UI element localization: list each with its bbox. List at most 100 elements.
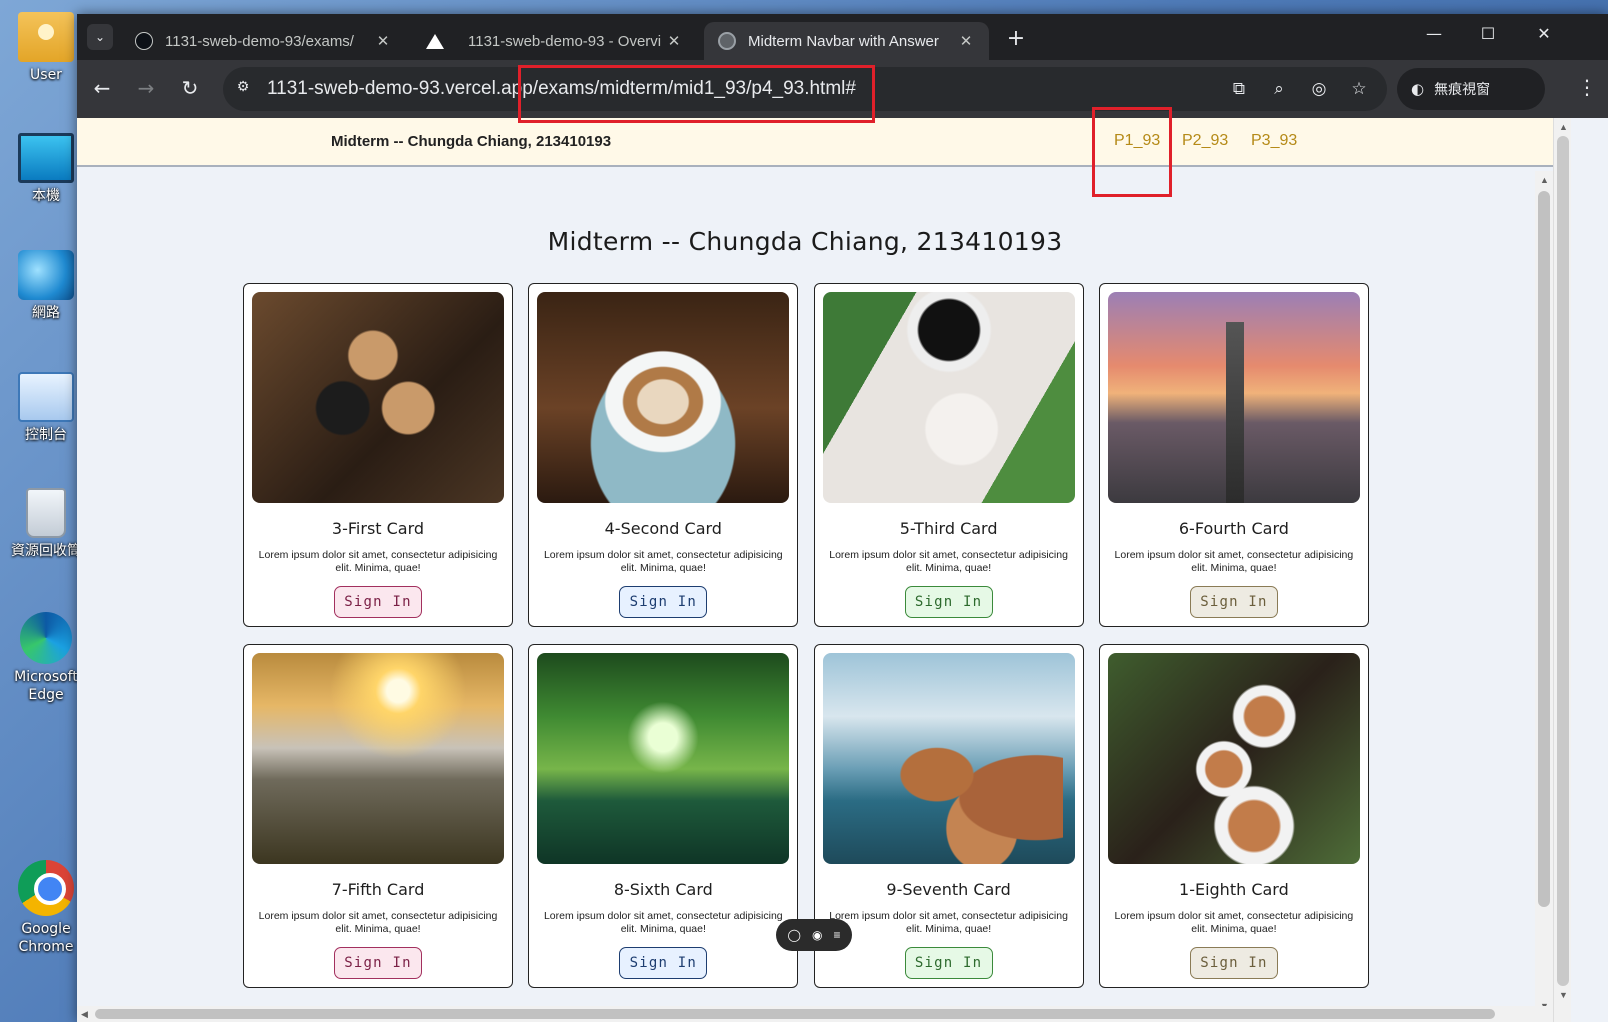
sign-in-button[interactable]: Sign In [334,586,422,618]
maximize-button[interactable]: ☐ [1465,24,1511,43]
reload-icon: ↻ [181,76,199,100]
card-text: Lorem ipsum dolor sit amet, consectetur … [258,910,498,936]
tab-strip: ⌄ 1131-sweb-demo-93/exams/ ✕ 1131-sweb-d… [77,14,1608,60]
zoom-icon[interactable]: ⌕ [1267,79,1291,99]
sign-in-button[interactable]: Sign In [334,947,422,979]
sign-in-button[interactable]: Sign In [1189,586,1278,618]
desktop-icon-label: 控制台 [25,427,67,443]
card-grid: 3-First Card Lorem ipsum dolor sit amet,… [243,283,1369,988]
sign-in-button[interactable]: Sign In [619,947,708,979]
desktop-icon-label: Microsoft Edge [14,669,78,703]
card-1-eighth: 1-Eighth Card Lorem ipsum dolor sit amet… [1098,644,1369,988]
card-9-seventh: 9-Seventh Card Lorem ipsum dolor sit ame… [813,644,1084,988]
tab-title: 1131-sweb-demo-93 - Overvi [468,32,662,50]
desktop-icon-label: 網路 [32,305,60,321]
page-title: Midterm -- Chungda Chiang, 213410193 [547,227,1063,256]
vercel-icon [426,33,444,49]
user-folder-icon [18,12,74,62]
nav-link-p1[interactable]: P1_93 [1114,132,1160,150]
menu-button[interactable]: ⋮ [1577,75,1597,99]
page-scroll-thumb[interactable] [1557,136,1569,986]
nav-link-p3[interactable]: P3_93 [1251,132,1297,150]
incognito-badge[interactable]: ◐ 無痕視窗 [1397,68,1545,110]
card-text: Lorem ipsum dolor sit amet, consectetur … [543,910,783,936]
eye-off-icon[interactable]: ◎ [1307,79,1331,99]
browser-toolbar: ← → ↻ ⚙ 1131-sweb-demo-93.vercel.app/exa… [77,60,1608,118]
page-scrollbar[interactable]: ▲ ▼ [1553,118,1571,1022]
tab-search-button[interactable]: ⌄ [87,24,113,50]
url-path: /exams/midterm/mid1_93/p4_93.html# [532,78,856,99]
close-tab-icon[interactable]: ✕ [665,32,683,50]
close-window-button[interactable]: ✕ [1521,24,1567,43]
card-title: 9-Seventh Card [886,880,1011,900]
network-icon [18,250,74,300]
card-title: 7-Fifth Card [331,880,425,900]
scroll-left-icon[interactable]: ◀ [81,1009,88,1020]
tab-title: 1131-sweb-demo-93/exams/ [165,32,354,50]
address-bar[interactable]: ⚙ 1131-sweb-demo-93.vercel.app/exams/mid… [223,67,1387,111]
browser-window: ⌄ 1131-sweb-demo-93/exams/ ✕ 1131-sweb-d… [77,14,1608,1022]
scroll-up-icon[interactable]: ▲ [1540,175,1549,185]
horizontal-scrollbar[interactable]: ◀ [77,1006,1553,1022]
kebab-menu-icon: ⋮ [1577,75,1597,99]
inner-scrollbar[interactable]: ▲ ▼ [1535,171,1553,1022]
card-text: Lorem ipsum dolor sit amet, consectetur … [543,549,783,575]
navbar-brand[interactable]: Midterm -- Chungda Chiang, 213410193 [331,133,611,150]
list-icon[interactable]: ≡ [833,928,840,942]
desktop-icon-recycle-bin[interactable]: 資源回收筒 [8,488,84,560]
desktop-icon-control-panel[interactable]: 控制台 [8,372,84,444]
card-title: 6-Fourth Card [1178,519,1289,539]
chevron-down-icon: ⌄ [94,30,106,44]
bookmark-star-icon[interactable]: ☆ [1347,79,1371,99]
sign-in-button[interactable]: Sign In [619,586,708,618]
card-title: 4-Second Card [604,519,722,539]
comment-icon[interactable]: ◯ [788,928,801,942]
scroll-down-icon[interactable]: ▼ [1559,990,1568,1000]
card-7-fifth: 7-Fifth Card Lorem ipsum dolor sit amet,… [243,644,513,988]
card-image-coffee-cups [1107,653,1360,865]
reload-button[interactable]: ↻ [177,76,203,100]
desktop-icon-network[interactable]: 網路 [8,250,84,322]
scroll-up-icon[interactable]: ▲ [1559,122,1568,132]
tab-github[interactable]: 1131-sweb-demo-93/exams/ ✕ [121,22,406,60]
card-image-latte-cup [537,292,790,504]
url-host: 1131-sweb-demo-93.vercel.app [267,78,533,99]
card-text: Lorem ipsum dolor sit amet, consectetur … [829,549,1068,575]
forward-button[interactable]: → [133,76,159,100]
desktop-icon-label: User [30,67,62,83]
minimize-icon: — [1426,24,1442,43]
sign-in-button[interactable]: Sign In [1189,947,1278,979]
card-image-coffee-leaves [822,292,1075,504]
eye-icon[interactable]: ◉ [812,928,822,942]
back-button[interactable]: ← [89,76,115,100]
sign-in-button[interactable]: Sign In [904,947,993,979]
card-5-third: 5-Third Card Lorem ipsum dolor sit amet,… [813,283,1084,627]
url-text[interactable]: 1131-sweb-demo-93.vercel.app/exams/midte… [267,78,856,100]
forward-arrow-icon: → [137,76,155,100]
card-text: Lorem ipsum dolor sit amet, consectetur … [1114,910,1354,936]
desktop-icon-edge[interactable]: Microsoft Edge [8,612,84,704]
close-tab-icon[interactable]: ✕ [957,32,975,50]
this-pc-icon [18,133,74,183]
close-tab-icon[interactable]: ✕ [374,32,392,50]
card-8-sixth: 8-Sixth Card Lorem ipsum dolor sit amet,… [528,644,799,988]
card-4-second: 4-Second Card Lorem ipsum dolor sit amet… [528,283,799,627]
desktop-icon-user[interactable]: User [8,12,84,84]
card-text: Lorem ipsum dolor sit amet, consectetur … [1114,549,1354,575]
site-info-icon[interactable]: ⚙ [233,79,253,99]
translate-icon[interactable]: ⧉ [1227,79,1251,99]
inner-scroll-thumb[interactable] [1538,191,1550,907]
tab-midterm[interactable]: Midterm Navbar with Answer ✕ [704,22,989,60]
control-panel-icon [18,372,74,422]
tab-vercel[interactable]: 1131-sweb-demo-93 - Overvi ✕ [412,22,697,60]
card-image-coffee-cheers [252,292,504,504]
github-icon [135,32,153,50]
horizontal-scroll-thumb[interactable] [95,1009,1495,1019]
card-6-fourth: 6-Fourth Card Lorem ipsum dolor sit amet… [1098,283,1369,627]
nav-link-p2[interactable]: P2_93 [1182,132,1228,150]
new-tab-button[interactable]: + [1004,26,1028,51]
desktop-icon-chrome[interactable]: Google Chrome [8,860,84,956]
minimize-button[interactable]: — [1411,24,1457,43]
sign-in-button[interactable]: Sign In [904,586,993,618]
desktop-icon-this-pc[interactable]: 本機 [8,133,84,205]
